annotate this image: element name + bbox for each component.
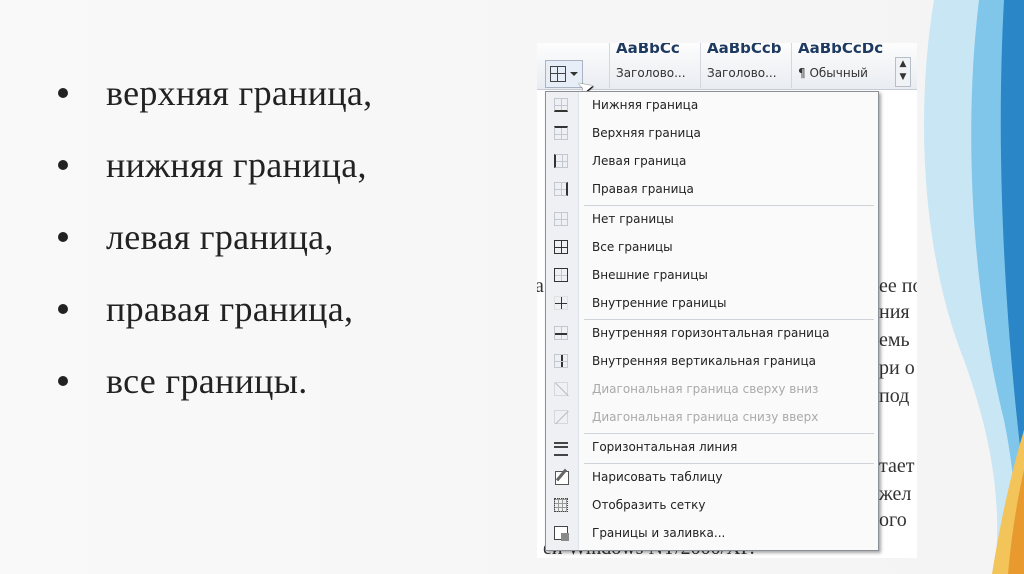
border-inside-icon bbox=[554, 296, 568, 310]
menu-item-label: Отобразить сетку bbox=[592, 498, 706, 512]
border-none-icon bbox=[554, 212, 568, 226]
menu-item-label: Диагональная граница снизу вверх bbox=[592, 410, 819, 424]
menu-item-label: Границы и заливка... bbox=[592, 526, 726, 540]
borders-dropdown-menu: Нижняя граница Верхняя граница Левая гра… bbox=[545, 91, 879, 551]
menu-item-diagonal-up-border[interactable]: Диагональная граница снизу вверх bbox=[546, 404, 878, 432]
border-all-icon bbox=[554, 240, 568, 254]
diagonal-up-border-icon bbox=[554, 410, 568, 424]
bullet-text: верхняя граница, bbox=[106, 73, 373, 113]
border-top-icon bbox=[554, 126, 568, 140]
doc-fragment: а bbox=[537, 275, 544, 297]
style-label: Заголово... bbox=[707, 66, 777, 80]
menu-item-diagonal-down-border[interactable]: Диагональная граница сверху вниз bbox=[546, 376, 878, 404]
menu-item-draw-table[interactable]: Нарисовать таблицу bbox=[546, 464, 878, 492]
doc-fragment: ого bbox=[879, 509, 907, 531]
menu-item-no-border[interactable]: Нет границы bbox=[546, 206, 878, 234]
style-label: ¶ Обычный bbox=[798, 66, 868, 80]
border-bottom-icon bbox=[554, 98, 568, 112]
bullet-text: левая граница, bbox=[106, 217, 334, 257]
word-screenshot: а ее по ния емь ри о под тает жел ого ей… bbox=[537, 43, 917, 558]
menu-item-label: Внутренняя горизонтальная граница bbox=[592, 326, 830, 340]
menu-item-left-border[interactable]: Левая граница bbox=[546, 148, 878, 176]
bullet-text: все границы. bbox=[106, 361, 308, 401]
menu-item-label: Внутренние границы bbox=[592, 296, 727, 310]
border-left-icon bbox=[554, 154, 568, 168]
style-label: Заголово... bbox=[616, 66, 686, 80]
menu-item-label: Нет границы bbox=[592, 212, 674, 226]
style-sample: AaBbCcb bbox=[707, 43, 782, 57]
bullet-text: нижняя граница, bbox=[106, 145, 367, 185]
menu-item-label: Верхняя граница bbox=[592, 126, 701, 140]
gallery-scroll-button[interactable]: ▲ ▼ bbox=[895, 57, 911, 87]
border-outside-icon bbox=[554, 268, 568, 282]
border-inside-vertical-icon bbox=[554, 354, 568, 368]
border-inside-horizontal-icon bbox=[554, 326, 568, 340]
menu-item-label: Горизонтальная линия bbox=[592, 440, 738, 454]
bullet-dot bbox=[58, 232, 68, 242]
menu-item-inside-vertical-border[interactable]: Внутренняя вертикальная граница bbox=[546, 348, 878, 376]
menu-item-label: Диагональная граница сверху вниз bbox=[592, 382, 819, 396]
horizontal-line-icon bbox=[554, 440, 568, 456]
borders-and-shading-icon bbox=[554, 526, 569, 541]
doc-fragment: тает bbox=[879, 455, 915, 477]
menu-item-all-borders[interactable]: Все границы bbox=[546, 234, 878, 262]
menu-item-inside-horizontal-border[interactable]: Внутренняя горизонтальная граница bbox=[546, 320, 878, 348]
menu-item-inside-borders[interactable]: Внутренние границы bbox=[546, 290, 878, 318]
menu-item-label: Левая граница bbox=[592, 154, 687, 168]
doc-fragment: ее по bbox=[879, 275, 917, 297]
style-gallery-item[interactable]: AaBbCc Заголово... bbox=[609, 43, 700, 88]
bullet-dot bbox=[58, 160, 68, 170]
bullet-text: правая граница, bbox=[106, 289, 354, 329]
menu-item-bottom-border[interactable]: Нижняя граница bbox=[546, 92, 878, 120]
ribbon: ➤ AaBbCc Заголово... AaBbCcb Заголово...… bbox=[537, 43, 917, 101]
draw-table-icon bbox=[554, 470, 569, 485]
menu-item-label: Нижняя граница bbox=[592, 98, 699, 112]
bullet-dot bbox=[58, 88, 68, 98]
bullet-dot bbox=[58, 376, 68, 386]
style-gallery-item[interactable]: AaBbCcDc ¶ Обычный bbox=[791, 43, 884, 88]
chevron-down-icon[interactable] bbox=[570, 72, 578, 76]
borders-icon bbox=[550, 66, 566, 82]
menu-item-label: Все границы bbox=[592, 240, 673, 254]
menu-item-view-gridlines[interactable]: Отобразить сетку bbox=[546, 492, 878, 520]
menu-item-borders-and-shading[interactable]: Границы и заливка... bbox=[546, 520, 878, 548]
diagonal-down-border-icon bbox=[554, 382, 568, 396]
style-sample: AaBbCc bbox=[616, 43, 680, 57]
view-gridlines-icon bbox=[554, 498, 568, 512]
doc-fragment: емь bbox=[879, 329, 910, 351]
style-sample: AaBbCcDc bbox=[798, 43, 884, 57]
menu-item-top-border[interactable]: Верхняя граница bbox=[546, 120, 878, 148]
menu-item-label: Нарисовать таблицу bbox=[592, 470, 723, 484]
menu-item-right-border[interactable]: Правая граница bbox=[546, 176, 878, 204]
style-gallery-item[interactable]: AaBbCcb Заголово... bbox=[700, 43, 791, 88]
doc-fragment: под bbox=[879, 385, 910, 407]
menu-item-label: Внешние границы bbox=[592, 268, 708, 282]
menu-item-label: Внутренняя вертикальная граница bbox=[592, 354, 816, 368]
doc-fragment: ния bbox=[879, 301, 910, 323]
bullet-dot bbox=[58, 304, 68, 314]
border-right-icon bbox=[554, 182, 568, 196]
doc-fragment: ри о bbox=[879, 357, 915, 379]
doc-fragment: жел bbox=[879, 483, 912, 505]
menu-item-outside-borders[interactable]: Внешние границы bbox=[546, 262, 878, 290]
menu-item-horizontal-line[interactable]: Горизонтальная линия bbox=[546, 434, 878, 462]
menu-item-label: Правая граница bbox=[592, 182, 694, 196]
